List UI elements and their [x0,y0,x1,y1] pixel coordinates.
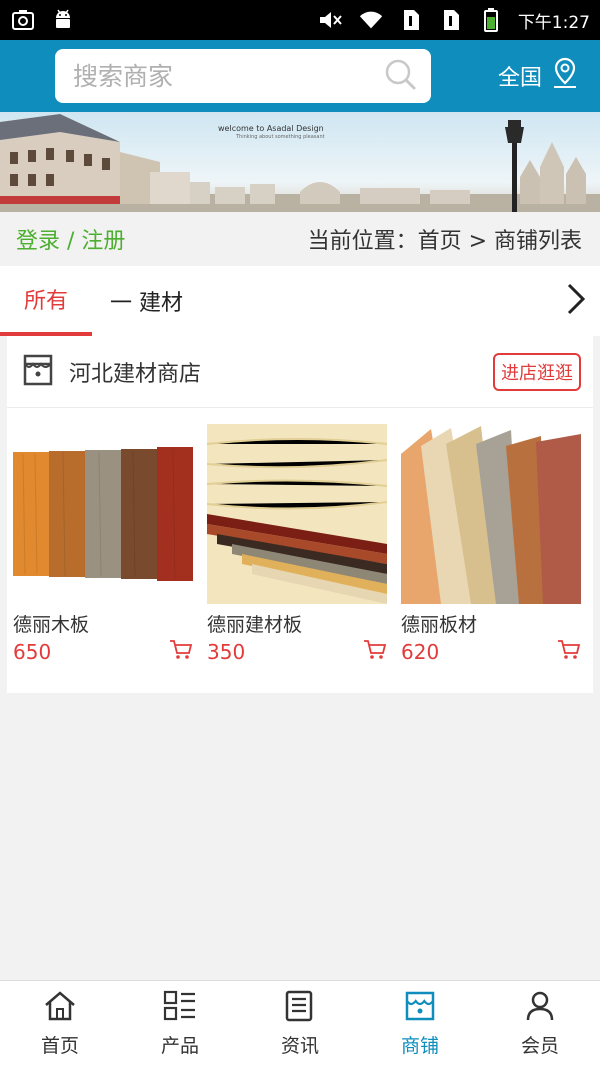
search-box[interactable] [55,49,431,103]
chevron-right-icon[interactable] [566,282,586,320]
shop-card: 河北建材商店 进店逛逛 德丽木板 650 德丽建材板 350 德丽板材 620 [7,336,593,693]
tab-products-label: 产品 [160,1035,199,1057]
region-label: 全国 [497,66,542,91]
grid-list-icon [163,990,197,1027]
news-icon [284,990,316,1027]
product-item[interactable]: 德丽建材板 350 [207,424,387,665]
location-pin-icon [550,57,580,95]
store-icon [23,354,53,390]
tab-news[interactable]: 资讯 [240,981,360,1067]
tab-products[interactable]: 产品 [120,981,240,1067]
tab-all[interactable]: 所有 [0,266,92,336]
banner-title: welcome to Asadal Design [218,124,324,133]
tab-building-materials[interactable]: 一 建材 [110,285,183,317]
wifi-icon [358,8,384,32]
product-price: 620 [401,640,440,664]
banner-image[interactable]: welcome to Asadal Design Thinking about … [0,112,600,212]
tab-member-label: 会员 [520,1035,559,1057]
product-item[interactable]: 德丽板材 620 [401,424,581,665]
user-icon [524,990,556,1027]
region-selector[interactable]: 全国 [498,57,580,95]
tab-news-label: 资讯 [280,1035,319,1057]
screenshot-icon [10,8,36,32]
android-icon [50,8,76,32]
banner-subtitle: Thinking about something pleasant [235,134,325,140]
product-list: 德丽木板 650 德丽建材板 350 德丽板材 620 [7,408,593,665]
add-to-cart-icon[interactable] [363,639,387,665]
tab-home[interactable]: 首页 [0,981,120,1067]
tab-home-label: 首页 [40,1035,79,1057]
shop-header: 河北建材商店 进店逛逛 [7,336,593,408]
mute-icon [318,8,344,32]
product-image[interactable] [13,424,193,604]
breadcrumb: 当前位置：首页 > 商铺列表 [307,229,582,254]
product-price: 350 [207,640,246,664]
status-bar: 下午1:27 [0,0,600,40]
product-image[interactable] [401,424,581,604]
sim1-icon [398,8,424,32]
product-name[interactable]: 德丽板材 [401,610,581,637]
breadcrumb-bar: 登录 / 注册 当前位置：首页 > 商铺列表 [0,212,600,266]
product-name[interactable]: 德丽建材板 [207,610,387,637]
product-image[interactable] [207,424,387,604]
product-price: 650 [13,640,52,664]
top-header: 全国 [0,40,600,112]
search-icon[interactable] [383,57,417,95]
home-icon [43,990,77,1027]
shop-icon [404,990,436,1027]
add-to-cart-icon[interactable] [557,639,581,665]
tab-shops-label: 商铺 [400,1035,439,1057]
shop-name: 河北建材商店 [69,361,202,387]
category-tabs: 所有 一 建材 [0,266,600,336]
tab-shops[interactable]: 商铺 [360,981,480,1067]
battery-icon [478,8,504,32]
sim2-icon [438,8,464,32]
tab-member[interactable]: 会员 [480,981,600,1067]
search-input[interactable] [73,61,363,91]
product-item[interactable]: 德丽木板 650 [13,424,193,665]
login-register-link[interactable]: 登录 / 注册 [16,223,125,255]
enter-shop-button[interactable]: 进店逛逛 [493,352,581,391]
bottom-tab-bar: 首页 产品 资讯 商铺 会员 [0,980,600,1067]
product-name[interactable]: 德丽木板 [13,610,193,637]
add-to-cart-icon[interactable] [169,639,193,665]
status-time: 下午1:27 [517,12,590,33]
